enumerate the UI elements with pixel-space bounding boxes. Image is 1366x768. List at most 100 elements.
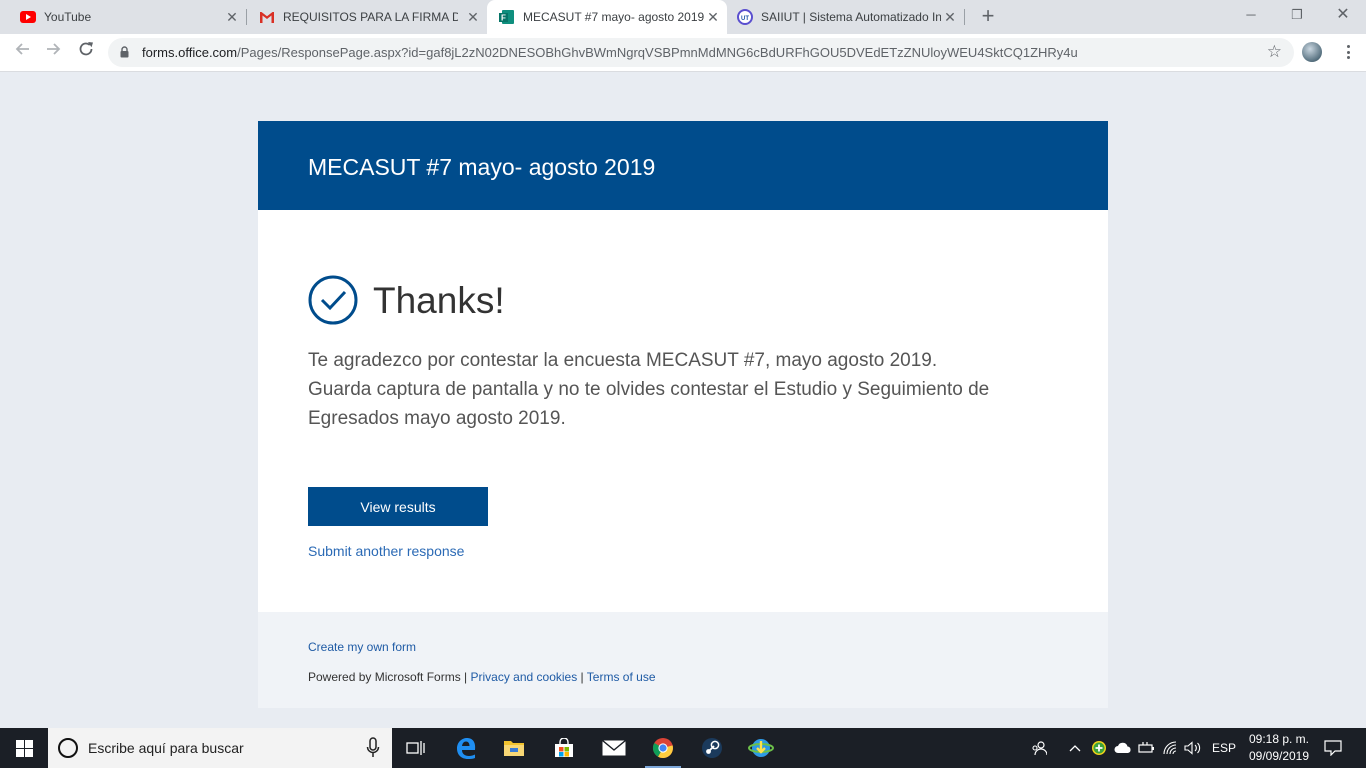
youtube-icon: [20, 9, 36, 25]
tab-saiiut[interactable]: UT SAIIUT | Sistema Automatizado In ✕: [727, 0, 964, 34]
battery-plug-icon: [1138, 742, 1154, 753]
taskbar-download-manager[interactable]: [737, 728, 785, 768]
mail-icon: [602, 740, 626, 756]
edge-icon: [457, 738, 476, 759]
new-tab-button[interactable]: +: [976, 5, 1000, 29]
taskbar-edge[interactable]: [442, 728, 490, 768]
restore-button[interactable]: ❐: [1274, 0, 1320, 30]
taskbar-store[interactable]: [540, 728, 588, 768]
thanks-heading: Thanks!: [373, 280, 505, 321]
message-line: Te agradezco por contestar la encuesta M…: [308, 350, 938, 371]
forward-arrow-icon: [47, 43, 61, 55]
card-footer: Create my own form Powered by Microsoft …: [258, 612, 1108, 708]
windows-taskbar: Escribe aquí para buscar ESP 09:18 p. m.…: [0, 728, 1366, 768]
clock-time: 09:18 p. m.: [1248, 732, 1310, 746]
minimize-button[interactable]: ─: [1228, 0, 1274, 30]
back-button[interactable]: [10, 40, 34, 64]
url-host: forms.office.com: [142, 45, 238, 60]
card-body: Thanks! Te agradezco por contestar la en…: [258, 210, 1108, 612]
tab-divider: [964, 9, 965, 25]
volume-button[interactable]: [1182, 728, 1204, 768]
download-manager-icon: [748, 739, 774, 757]
people-button[interactable]: [1028, 728, 1050, 768]
profile-avatar[interactable]: [1302, 42, 1322, 62]
close-icon[interactable]: ✕: [705, 9, 721, 25]
address-bar[interactable]: forms.office.com/Pages/ResponsePage.aspx…: [108, 38, 1294, 67]
wifi-button[interactable]: [1160, 728, 1182, 768]
chevron-up-icon: [1069, 745, 1081, 752]
tab-title: SAIIUT | Sistema Automatizado In: [761, 10, 941, 24]
gmail-icon: [259, 9, 275, 25]
volume-icon: [1184, 741, 1201, 755]
close-icon[interactable]: ✕: [224, 9, 240, 25]
reload-button[interactable]: [74, 40, 98, 64]
tray-app-button[interactable]: [1088, 728, 1110, 768]
battery-button[interactable]: [1136, 728, 1158, 768]
bookmark-star-icon[interactable]: ☆: [1267, 42, 1282, 62]
powered-by-line: Powered by Microsoft Forms | Privacy and…: [308, 670, 656, 684]
form-title: MECASUT #7 mayo- agosto 2019: [258, 121, 1108, 210]
taskbar-clock[interactable]: 09:18 p. m. 09/09/2019: [1238, 731, 1320, 765]
show-hidden-icons-button[interactable]: [1064, 728, 1086, 768]
store-bag-icon: [555, 738, 573, 757]
saiiut-icon: UT: [737, 9, 753, 25]
privacy-cookies-link[interactable]: Privacy and cookies: [471, 670, 578, 684]
task-view-icon: [406, 741, 425, 755]
chrome-icon: [652, 738, 673, 759]
close-window-button[interactable]: ✕: [1320, 0, 1366, 30]
action-center-button[interactable]: [1320, 728, 1346, 768]
taskbar-file-explorer[interactable]: [490, 728, 538, 768]
folder-icon: [504, 741, 524, 756]
terms-of-use-link[interactable]: Terms of use: [587, 670, 656, 684]
taskbar-search-box[interactable]: Escribe aquí para buscar: [48, 728, 392, 768]
check-circle-icon: [308, 275, 358, 325]
response-card: MECASUT #7 mayo- agosto 2019 Thanks! Te …: [258, 121, 1108, 708]
cortana-icon: [58, 738, 78, 758]
chrome-menu-button[interactable]: [1340, 42, 1356, 62]
microphone-icon[interactable]: [366, 737, 380, 759]
start-button[interactable]: [0, 728, 48, 768]
taskbar-steam[interactable]: [688, 728, 736, 768]
people-icon: [1032, 741, 1047, 756]
svg-text:UT: UT: [741, 16, 749, 22]
green-plus-icon: [1092, 741, 1106, 755]
input-language-indicator[interactable]: ESP: [1208, 728, 1240, 768]
message-line: Egresados mayo agosto 2019.: [308, 408, 566, 429]
back-arrow-icon: [15, 43, 29, 55]
tab-title: MECASUT #7 mayo- agosto 2019: [523, 10, 705, 24]
forms-icon: F: [499, 9, 515, 25]
view-results-button[interactable]: View results: [308, 487, 488, 526]
taskbar-chrome[interactable]: [639, 728, 687, 768]
task-view-button[interactable]: [392, 728, 440, 768]
clock-date: 09/09/2019: [1248, 749, 1310, 763]
tab-youtube[interactable]: YouTube ✕: [0, 0, 246, 34]
forward-button[interactable]: [42, 40, 66, 64]
windows-logo-icon: [15, 739, 33, 757]
submit-another-response-link[interactable]: Submit another response: [308, 543, 464, 559]
message-line: Guarda captura de pantalla y no te olvid…: [308, 379, 990, 400]
svg-text:F: F: [501, 14, 506, 23]
lock-icon: [120, 46, 129, 58]
onedrive-button[interactable]: [1112, 728, 1134, 768]
close-icon[interactable]: ✕: [942, 9, 958, 25]
close-icon[interactable]: ✕: [465, 9, 481, 25]
search-placeholder: Escribe aquí para buscar: [88, 740, 244, 756]
browser-toolbar: forms.office.com/Pages/ResponsePage.aspx…: [0, 34, 1366, 72]
create-own-form-link[interactable]: Create my own form: [308, 640, 416, 654]
wifi-icon: [1163, 741, 1177, 755]
thanks-message: Te agradezco por contestar la encuesta M…: [308, 346, 1048, 433]
tab-strip: YouTube ✕ REQUISITOS PARA LA FIRMA DEL ✕…: [0, 0, 1366, 34]
notification-icon: [1324, 740, 1342, 756]
footer-separator: |: [577, 670, 587, 684]
url-text: forms.office.com/Pages/ResponsePage.aspx…: [142, 45, 1078, 60]
taskbar-mail[interactable]: [590, 728, 638, 768]
reload-icon: [79, 42, 93, 56]
tab-title: YouTube: [44, 10, 92, 24]
cloud-icon: [1114, 742, 1131, 753]
url-path: /Pages/ResponsePage.aspx?id=gaf8jL2zN02D…: [237, 45, 1078, 60]
steam-icon: [702, 738, 722, 758]
powered-by-text: Powered by Microsoft Forms |: [308, 670, 471, 684]
tab-title: REQUISITOS PARA LA FIRMA DEL: [283, 10, 458, 24]
tab-gmail[interactable]: REQUISITOS PARA LA FIRMA DEL ✕: [247, 0, 487, 34]
tab-mecasut[interactable]: F MECASUT #7 mayo- agosto 2019 ✕: [487, 0, 727, 34]
